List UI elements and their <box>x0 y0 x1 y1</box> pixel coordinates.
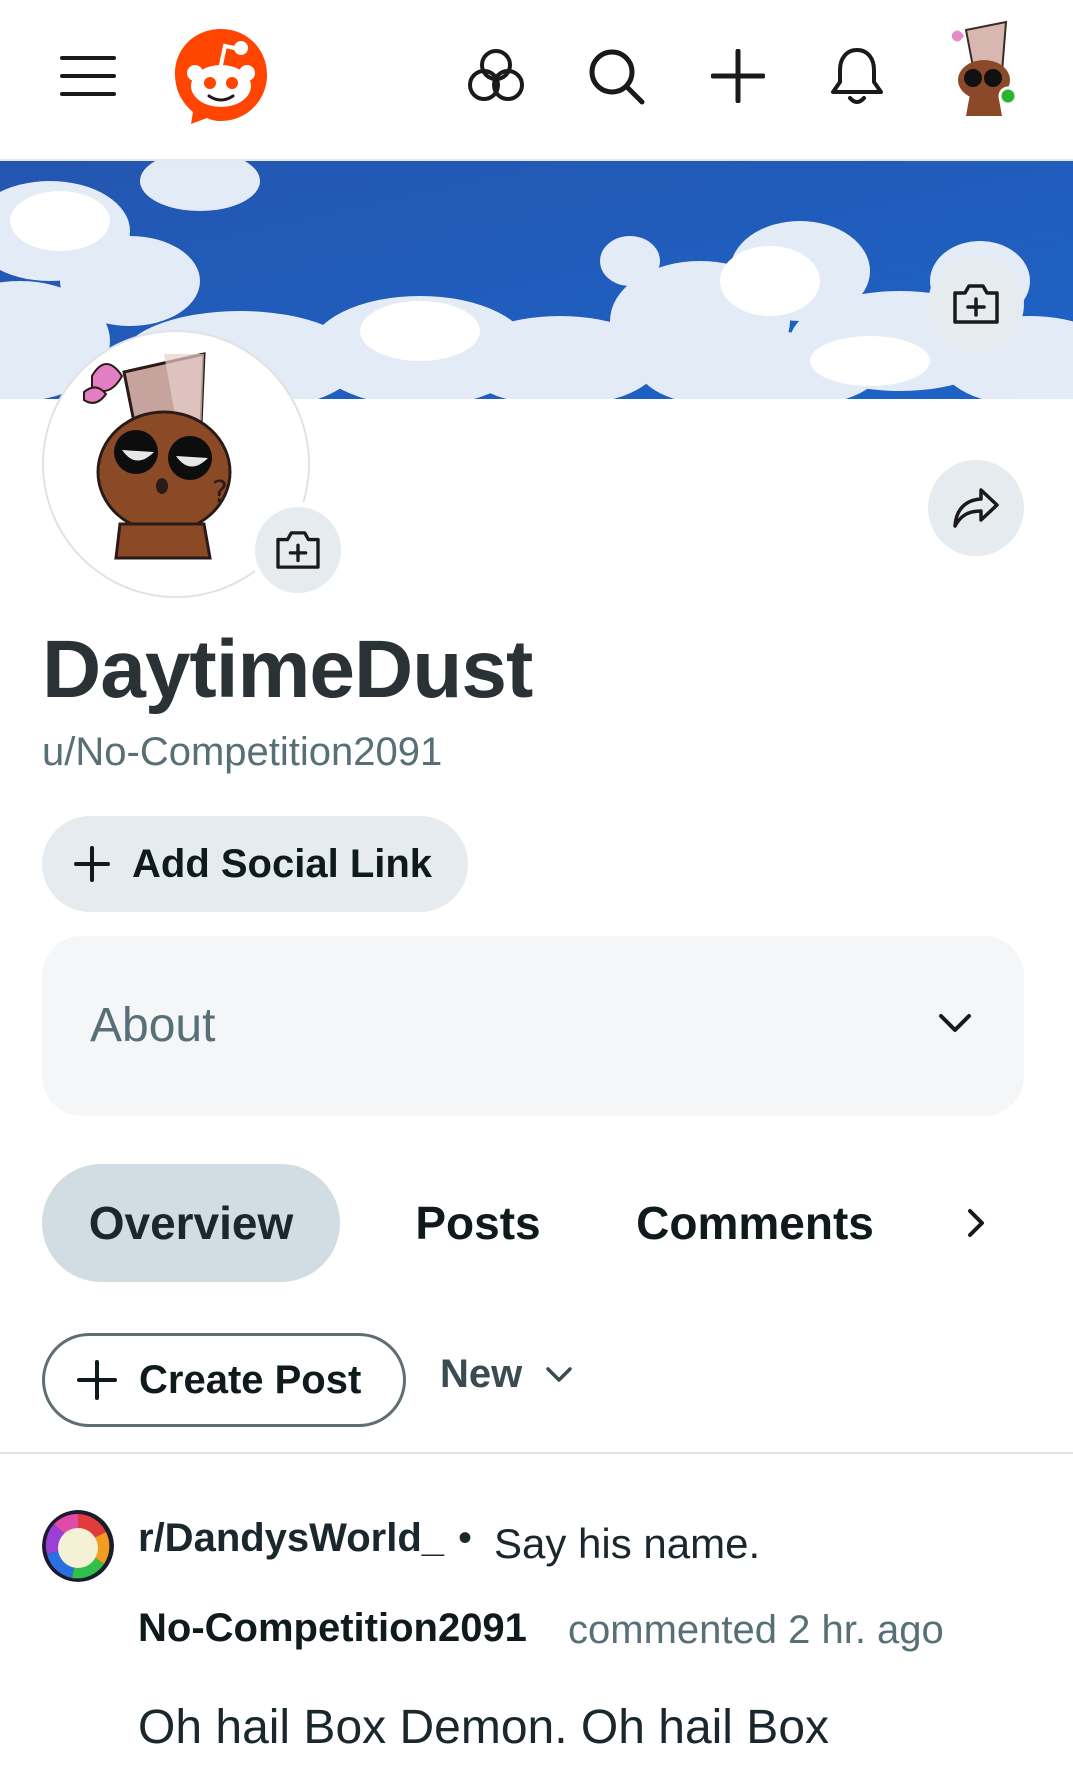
communities-icon[interactable] <box>464 44 528 108</box>
svg-text:?: ? <box>212 475 228 510</box>
about-label: About <box>90 999 216 1052</box>
reddit-logo[interactable] <box>170 26 272 126</box>
user-avatar-button[interactable] <box>940 20 1026 120</box>
camera-add-icon <box>276 531 320 569</box>
bell-icon[interactable] <box>824 42 890 110</box>
hamburger-menu-icon[interactable] <box>52 44 124 108</box>
avatar-upload-button[interactable] <box>250 502 346 598</box>
create-post-label: Create Post <box>139 1357 362 1402</box>
plus-icon <box>74 846 110 882</box>
add-social-link-button[interactable]: Add Social Link <box>42 816 468 912</box>
subreddit-icon[interactable] <box>42 1510 114 1582</box>
username: u/No-Competition2091 <box>42 730 443 774</box>
about-section[interactable]: About <box>42 936 1024 1116</box>
feed-item[interactable]: r/DandysWorld_ • Say his name. No-Compet… <box>0 1454 1073 1768</box>
display-name: DaytimeDust <box>42 624 533 715</box>
post-title[interactable]: Say his name. <box>494 1520 760 1568</box>
separator-dot: • <box>458 1516 473 1560</box>
camera-add-icon <box>953 284 999 324</box>
chevron-right-icon[interactable] <box>962 1198 990 1248</box>
top-app-bar <box>0 0 1073 161</box>
share-icon <box>953 488 999 528</box>
comment-body: Oh hail Box Demon. Oh hail Box <box>138 1701 830 1754</box>
chevron-down-icon <box>939 1014 971 1032</box>
sort-dropdown[interactable]: New <box>440 1352 572 1397</box>
sort-label: New <box>440 1352 523 1396</box>
subreddit-name[interactable]: r/DandysWorld_ <box>138 1514 444 1562</box>
search-icon[interactable] <box>584 44 650 110</box>
comment-meta: commented 2 hr. ago <box>568 1608 944 1652</box>
profile-tabs: Overview Posts Comments <box>42 1164 1042 1282</box>
create-post-button[interactable]: Create Post <box>42 1333 406 1427</box>
add-social-link-label: Add Social Link <box>132 841 433 886</box>
chevron-down-icon <box>546 1366 572 1382</box>
share-button[interactable] <box>928 460 1024 556</box>
tab-comments[interactable]: Comments <box>620 1164 890 1282</box>
banner-upload-button[interactable] <box>928 256 1024 352</box>
comment-author[interactable]: No-Competition2091 <box>138 1604 527 1652</box>
tab-overview[interactable]: Overview <box>42 1164 340 1282</box>
plus-icon[interactable] <box>706 44 770 108</box>
plus-icon <box>77 1360 117 1400</box>
tab-posts[interactable]: Posts <box>378 1164 578 1282</box>
